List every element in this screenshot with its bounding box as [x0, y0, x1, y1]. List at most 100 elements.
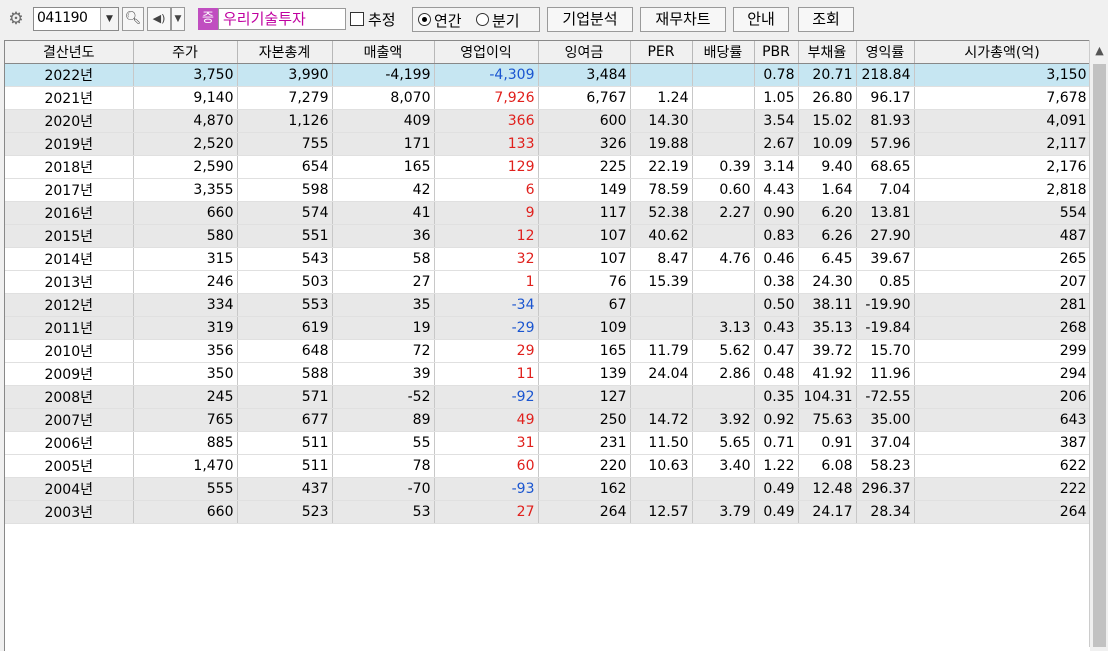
query-button[interactable]: 조회 [798, 7, 854, 32]
cell-debt: 75.63 [798, 408, 857, 432]
column-header[interactable]: PBR [754, 41, 799, 64]
cell-debt: 10.09 [798, 132, 857, 156]
column-header[interactable]: 부채율 [798, 41, 857, 64]
cell-pbr: 0.49 [754, 477, 799, 501]
cell-mcap: 268 [914, 316, 1090, 340]
table-row[interactable]: 2008년 245 571 -52 -92 127 0.35 104.31 -72.55 206 [5, 385, 1090, 409]
cell-per: 12.57 [630, 500, 693, 524]
annual-radio[interactable] [418, 13, 431, 26]
cell-opm: 57.96 [856, 132, 915, 156]
column-header[interactable]: 결산년도 [5, 41, 134, 64]
cell-mcap: 294 [914, 362, 1090, 386]
cell-pbr: 3.54 [754, 109, 799, 133]
vertical-scrollbar[interactable]: ▲ [1089, 40, 1108, 647]
cell-per: 14.30 [630, 109, 693, 133]
cell-op: 31 [434, 431, 539, 455]
table-row[interactable]: 2016년 660 574 41 9 117 52.38 2.27 0.90 6.20 13.81 5… [5, 201, 1090, 225]
cell-price: 885 [133, 431, 238, 455]
cell-sales: 36 [332, 224, 435, 248]
company-analysis-button[interactable]: 기업분석 [547, 7, 633, 32]
chevron-down-icon[interactable]: ▼ [100, 8, 118, 30]
financial-table-grid: 결산년도 주가 자본총계 매출액 영업이익 잉여금 PER 배당률 PBR 부채율 영익률 시가총액(… [4, 40, 1090, 651]
cell-opm: 28.34 [856, 500, 915, 524]
column-header[interactable]: 배당률 [692, 41, 755, 64]
table-row[interactable]: 2012년 334 553 35 -34 67 0.50 38.11 -19.90 281 [5, 293, 1090, 317]
cell-pbr: 0.50 [754, 293, 799, 317]
table-row[interactable]: 2013년 246 503 27 1 76 15.39 0.38 24.30 0.85 207 [5, 270, 1090, 294]
column-header[interactable]: 주가 [133, 41, 238, 64]
estimate-checkbox[interactable] [350, 12, 364, 26]
cell-year: 2004년 [5, 477, 134, 501]
cell-pbr: 0.49 [754, 500, 799, 524]
table-row[interactable]: 2022년 3,750 3,990 -4,199 -4,309 3,484 0.78 20.7… [5, 63, 1090, 87]
table-row[interactable]: 2014년 315 543 58 32 107 8.47 4.76 0.46 6.45 39.67 2… [5, 247, 1090, 271]
cell-div: 0.39 [692, 155, 755, 179]
cell-div: 2.27 [692, 201, 755, 225]
column-header[interactable]: 자본총계 [237, 41, 333, 64]
cell-per [630, 477, 693, 501]
cell-year: 2017년 [5, 178, 134, 202]
cell-year: 2010년 [5, 339, 134, 363]
estimate-label: 추정 [368, 11, 396, 29]
column-header[interactable]: 영익률 [856, 41, 915, 64]
scroll-thumb[interactable] [1093, 64, 1106, 647]
cell-mcap: 206 [914, 385, 1090, 409]
cell-sales: 89 [332, 408, 435, 432]
cell-opm: 68.65 [856, 155, 915, 179]
table-row[interactable]: 2007년 765 677 89 49 250 14.72 3.92 0.92 75.63 35.0… [5, 408, 1090, 432]
gear-icon[interactable]: ⚙ [6, 9, 26, 29]
table-row[interactable]: 2018년 2,590 654 165 129 225 22.19 0.39 3.14 9.40 6… [5, 155, 1090, 179]
scroll-up-icon[interactable]: ▲ [1090, 40, 1108, 62]
table-row[interactable]: 2011년 319 619 19 -29 109 3.13 0.43 35.13 -19.84 26… [5, 316, 1090, 340]
financial-chart-button[interactable]: 재무차트 [640, 7, 726, 32]
table-row[interactable]: 2021년 9,140 7,279 8,070 7,926 6,767 1.24 1.05 26… [5, 86, 1090, 110]
cell-op: 60 [434, 454, 539, 478]
stock-code-value[interactable]: 041190 [37, 10, 88, 26]
cell-mcap: 2,176 [914, 155, 1090, 179]
table-row[interactable]: 2006년 885 511 55 31 231 11.50 5.65 0.71 0.91 37.04… [5, 431, 1090, 455]
cell-equity: 654 [237, 155, 333, 179]
table-row[interactable]: 2003년 660 523 53 27 264 12.57 3.79 0.49 24.17 28.3… [5, 500, 1090, 524]
column-header[interactable]: 영업이익 [434, 41, 539, 64]
cell-per [630, 293, 693, 317]
table-row[interactable]: 2010년 356 648 72 29 165 11.79 5.62 0.47 39.72 15.7… [5, 339, 1090, 363]
column-header[interactable]: 매출액 [332, 41, 435, 64]
table-body: 2022년 3,750 3,990 -4,199 -4,309 3,484 0.78 20.7… [5, 63, 1090, 524]
column-header[interactable]: PER [630, 41, 693, 64]
cell-op: 27 [434, 500, 539, 524]
cell-op: 32 [434, 247, 539, 271]
table-row[interactable]: 2005년 1,470 511 78 60 220 10.63 3.40 1.22 6.08 58.… [5, 454, 1090, 478]
table-row[interactable]: 2004년 555 437 -70 -93 162 0.49 12.48 296.37 222 [5, 477, 1090, 501]
cell-mcap: 281 [914, 293, 1090, 317]
cell-op: 1 [434, 270, 539, 294]
speaker-icon[interactable]: ◀) [147, 7, 171, 31]
search-icon[interactable]: 🔍︎ [122, 7, 144, 31]
cell-sales: 58 [332, 247, 435, 271]
cell-per: 22.19 [630, 155, 693, 179]
cell-surplus: 220 [538, 454, 631, 478]
table-row[interactable]: 2020년 4,870 1,126 409 366 600 14.30 3.54 15.02 81… [5, 109, 1090, 133]
table-row[interactable]: 2015년 580 551 36 12 107 40.62 0.83 6.26 27.90 487 [5, 224, 1090, 248]
quarter-radio[interactable] [476, 13, 489, 26]
cell-surplus: 149 [538, 178, 631, 202]
table-row[interactable]: 2019년 2,520 755 171 133 326 19.88 2.67 10.09 57.9… [5, 132, 1090, 156]
cell-mcap: 387 [914, 431, 1090, 455]
stock-code-combo[interactable]: 041190 ▼ [33, 7, 119, 31]
cell-opm: 35.00 [856, 408, 915, 432]
cell-surplus: 162 [538, 477, 631, 501]
cell-debt: 9.40 [798, 155, 857, 179]
speaker-menu-chevron-icon[interactable]: ▼ [171, 7, 185, 31]
column-header[interactable]: 시가총액(억) [914, 41, 1090, 64]
cell-sales: 27 [332, 270, 435, 294]
table-row[interactable]: 2009년 350 588 39 11 139 24.04 2.86 0.48 41.92 11.9… [5, 362, 1090, 386]
company-name-field[interactable]: 우리기술투자 [218, 8, 346, 30]
cell-pbr: 0.48 [754, 362, 799, 386]
cell-div: 3.79 [692, 500, 755, 524]
cell-equity: 437 [237, 477, 333, 501]
table-row[interactable]: 2017년 3,355 598 42 6 149 78.59 0.60 4.43 1.64 7.04… [5, 178, 1090, 202]
cell-per: 8.47 [630, 247, 693, 271]
guide-button[interactable]: 안내 [733, 7, 789, 32]
column-header[interactable]: 잉여금 [538, 41, 631, 64]
cell-op: 366 [434, 109, 539, 133]
cell-sales: 41 [332, 201, 435, 225]
